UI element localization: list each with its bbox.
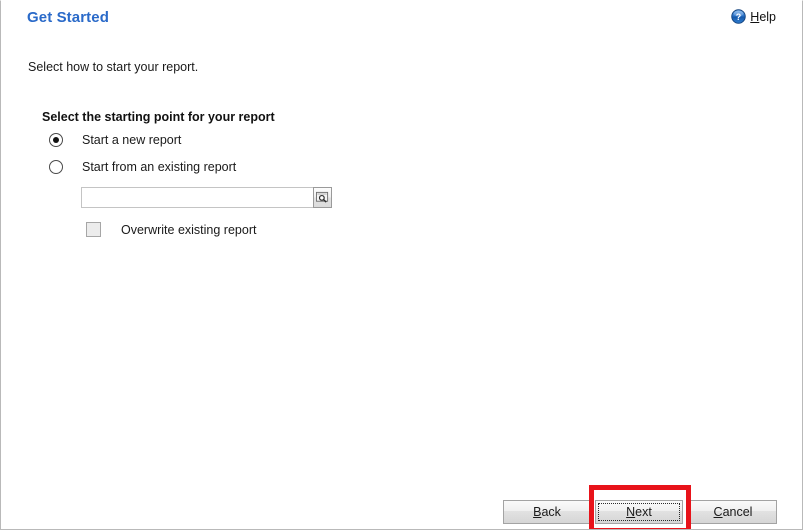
next-label-rest: ext — [635, 505, 652, 519]
radio-button-start-new-report[interactable] — [49, 133, 63, 147]
cancel-accel-letter: C — [713, 505, 723, 519]
get-started-wizard-window: Get Started ? Help Select how to start y… — [0, 0, 803, 530]
help-label: Help — [750, 10, 776, 24]
overwrite-existing-report-label[interactable]: Overwrite existing report — [121, 223, 256, 237]
svg-text:?: ? — [736, 12, 741, 22]
next-accel-letter: N — [626, 505, 636, 519]
back-accel-letter: B — [533, 505, 542, 519]
radio-option-start-existing-report[interactable]: Start from an existing report — [49, 160, 236, 174]
overwrite-existing-report-checkbox[interactable] — [86, 222, 101, 237]
cancel-button[interactable]: Cancel — [689, 500, 777, 524]
cancel-label-rest: ancel — [722, 505, 753, 519]
radio-option-start-new-report[interactable]: Start a new report — [49, 133, 181, 147]
back-label-rest: ack — [541, 505, 561, 519]
radio-button-start-existing-report[interactable] — [49, 160, 63, 174]
help-circle-icon: ? — [731, 9, 746, 24]
next-button[interactable]: Next — [595, 500, 683, 524]
existing-report-field-group — [81, 187, 332, 208]
page-title: Get Started — [27, 9, 109, 26]
existing-report-path-input[interactable] — [81, 187, 314, 208]
help-label-rest: elp — [759, 9, 776, 24]
intro-instruction-text: Select how to start your report. — [28, 60, 199, 74]
browse-report-button[interactable] — [313, 187, 332, 208]
help-accel-letter: H — [750, 9, 760, 24]
help-link[interactable]: ? Help — [731, 9, 776, 24]
magnifier-browse-icon — [316, 191, 329, 204]
radio-label-start-existing-report[interactable]: Start from an existing report — [82, 160, 236, 174]
back-button[interactable]: Back — [503, 500, 591, 524]
radio-label-start-new-report[interactable]: Start a new report — [82, 133, 181, 147]
starting-point-group-label: Select the starting point for your repor… — [42, 110, 275, 124]
overwrite-existing-report-option[interactable]: Overwrite existing report — [86, 222, 256, 237]
